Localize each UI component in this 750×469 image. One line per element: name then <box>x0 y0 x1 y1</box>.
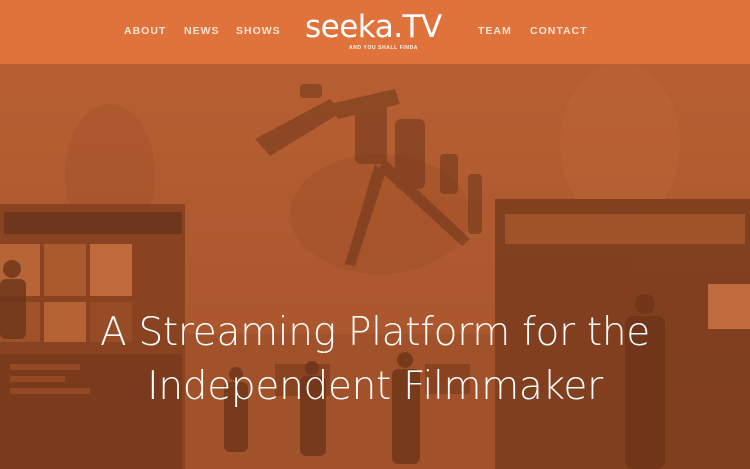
headline-line-2: Independent Filmmaker <box>147 364 603 410</box>
headline-line-1: A Streaming Platform for the <box>99 310 651 356</box>
hero-section: A Streaming Platform for the Independent… <box>0 64 750 469</box>
nav-contact[interactable]: CONTACT <box>530 25 588 37</box>
hero-headline: A Streaming Platform for the Independent… <box>0 306 750 414</box>
logo-tagline: AND YOU SHALL FINDA <box>349 45 418 51</box>
nav-shows[interactable]: SHOWS <box>236 25 281 37</box>
nav-about[interactable]: ABOUT <box>124 25 166 37</box>
nav-team[interactable]: TEAM <box>478 25 512 37</box>
nav-news[interactable]: NEWS <box>184 25 220 37</box>
site-logo[interactable]: seeka.TV AND YOU SHALL FINDA <box>305 8 447 56</box>
logo-wordmark: seeka.TV <box>305 9 442 45</box>
site-header: ABOUT NEWS SHOWS seeka.TV AND YOU SHALL … <box>0 0 750 64</box>
